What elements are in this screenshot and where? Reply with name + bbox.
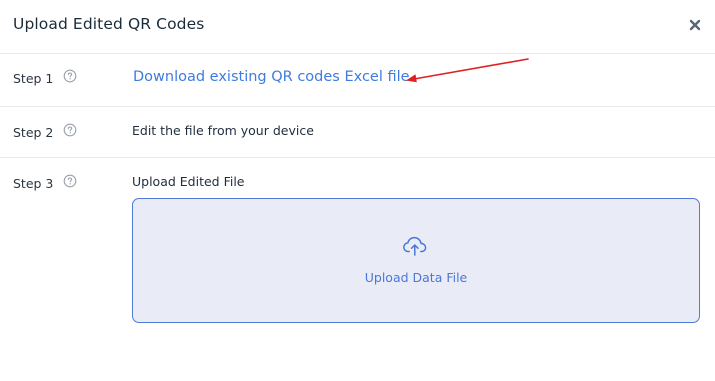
dialog-header: Upload Edited QR Codes	[0, 0, 715, 54]
cloud-upload-icon	[403, 236, 427, 256]
close-icon	[689, 19, 701, 31]
upload-data-file-button[interactable]: Upload Data File	[133, 270, 699, 285]
help-icon[interactable]	[63, 174, 77, 188]
step-3-row: Step 3 Upload Edited File Upload Data Fi…	[0, 158, 715, 381]
step-2-row: Step 2 Edit the file from your device	[0, 107, 715, 158]
upload-dialog: Upload Edited QR Codes Step 1 Download e…	[0, 0, 715, 381]
download-excel-link[interactable]: Download existing QR codes Excel file	[133, 69, 410, 85]
close-button[interactable]	[684, 14, 706, 36]
step-3-label: Step 3	[13, 176, 54, 191]
step-2-text: Edit the file from your device	[132, 123, 314, 138]
step-1-row: Step 1 Download existing QR codes Excel …	[0, 54, 715, 107]
step-1-label: Step 1	[13, 71, 54, 86]
help-icon[interactable]	[63, 123, 77, 137]
step-2-label: Step 2	[13, 125, 54, 140]
step-3-text: Upload Edited File	[132, 174, 245, 189]
help-icon[interactable]	[63, 69, 77, 83]
upload-dropzone[interactable]: Upload Data File	[132, 198, 700, 323]
dialog-title: Upload Edited QR Codes	[13, 15, 205, 33]
